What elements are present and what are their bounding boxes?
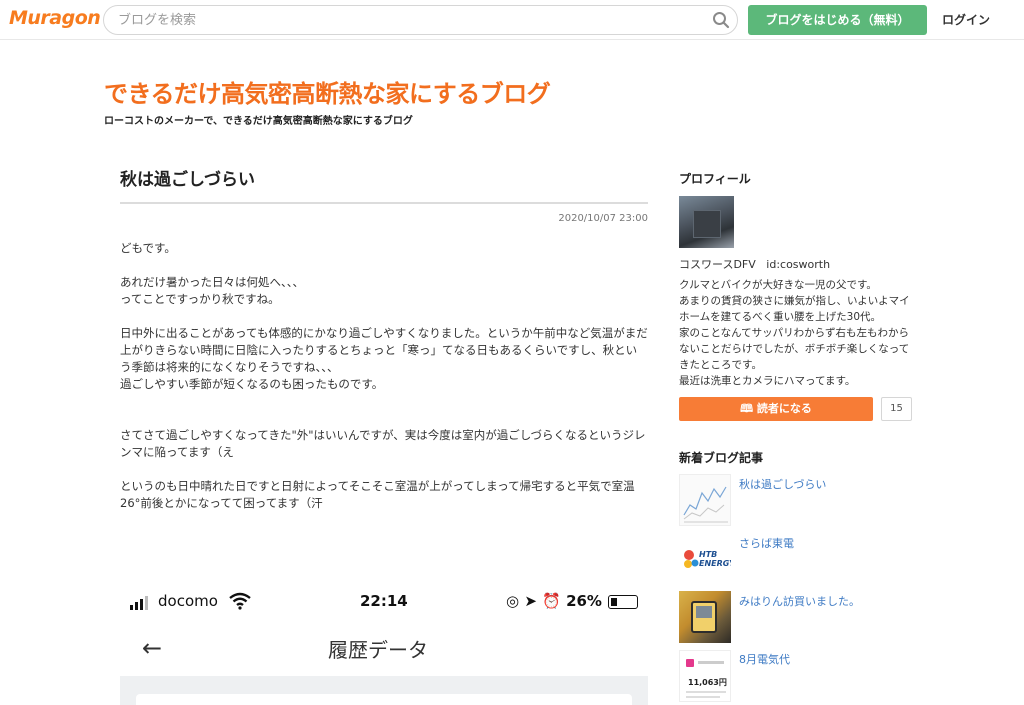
phone-status-bar: docomo 22:14 ◎ ➤ ⏰ 26% xyxy=(120,592,648,614)
article-paragraph: というのも日中晴れた日ですと日射によってそこそこ室温が上がってしまって帰宅すると… xyxy=(120,479,635,510)
battery-percent: 26% xyxy=(566,592,602,610)
subscribe-label: 読者になる xyxy=(756,402,812,415)
signal-icon xyxy=(130,596,148,610)
phone-content-area xyxy=(120,676,648,705)
profile-avatar[interactable] xyxy=(679,196,734,248)
energy-logo-text: HTB ENERGY xyxy=(699,550,731,568)
recent-post-thumbnail[interactable] xyxy=(679,474,731,526)
article-paragraph: どもです。 xyxy=(120,241,176,255)
battery-icon xyxy=(608,595,638,609)
login-link[interactable]: ログイン xyxy=(942,11,990,28)
article-paragraph: あれだけ暑かった日々は何処へ、、、 ってことですっかり秋ですね。 xyxy=(120,275,304,306)
search-input[interactable] xyxy=(118,11,698,29)
bill-amount: 11,063円 xyxy=(688,678,727,687)
recent-post-link[interactable]: 8月電気代 xyxy=(739,651,790,667)
recent-post-link[interactable]: 秋は過ごしづらい xyxy=(739,476,826,492)
blog-title[interactable]: できるだけ高気密高断熱な家にするブログ xyxy=(104,74,551,109)
article-body: どもです。 あれだけ暑かった日々は何処へ、、、 ってことですっかり秋ですね。 日… xyxy=(120,240,648,512)
location-icon: ➤ xyxy=(524,592,537,610)
carrier-name: docomo xyxy=(158,592,218,610)
phone-screen-title: 履歴データ xyxy=(328,638,428,662)
article: 秋は過ごしづらい 2020/10/07 23:00 どもです。 あれだけ暑かった… xyxy=(120,168,648,512)
top-navbar: Muragon ブログをはじめる（無料） ログイン xyxy=(0,0,1024,40)
article-paragraph: さてさて過ごしやすくなってきた"外"はいいんですが、実は今度は室内が過ごしづらく… xyxy=(120,428,646,459)
phone-card xyxy=(136,694,632,705)
search-icon[interactable] xyxy=(712,11,730,29)
back-arrow-icon: ← xyxy=(142,634,163,662)
status-icons: ◎ ➤ ⏰ 26% xyxy=(506,592,602,610)
search-box[interactable] xyxy=(103,5,738,35)
start-blog-button[interactable]: ブログをはじめる（無料） xyxy=(748,5,927,35)
article-date: 2020/10/07 23:00 xyxy=(558,213,648,224)
profile-username[interactable]: コスワースDFV xyxy=(679,258,756,271)
recent-post-thumbnail[interactable]: HTB ENERGY xyxy=(679,533,731,585)
lock-rotation-icon: ◎ xyxy=(506,592,520,610)
phone-screenshot-image: docomo 22:14 ◎ ➤ ⏰ 26% ← 履歴データ xyxy=(120,582,648,705)
recent-post-link[interactable]: みはりん訪買いました。 xyxy=(739,593,860,609)
profile-heading: プロフィール xyxy=(679,172,751,186)
article-title[interactable]: 秋は過ごしづらい xyxy=(120,168,648,204)
reader-count: 15 xyxy=(881,397,912,421)
phone-clock: 22:14 xyxy=(360,592,408,610)
muragon-logo[interactable]: Muragon xyxy=(9,7,101,29)
profile-id: id:cosworth xyxy=(766,258,831,271)
wifi-icon xyxy=(229,592,251,610)
article-paragraph: 日中外に出ることがあっても体感的にかなり過ごしやすくなりました。というか午前中な… xyxy=(120,326,648,391)
profile-name: コスワースDFV id:cosworth xyxy=(679,256,830,272)
alarm-icon: ⏰ xyxy=(542,592,561,610)
subscribe-button[interactable]: 🕮 読者になる xyxy=(679,397,873,421)
profile-bio: クルマとバイクが大好きな一児の父です。 あまりの賃貸の狭さに嫌気が指し、いよいよ… xyxy=(679,279,910,387)
phone-app-header: ← 履歴データ xyxy=(120,626,648,676)
book-icon: 🕮 xyxy=(740,402,754,415)
recent-post-thumbnail[interactable]: 11,063円 xyxy=(679,650,731,702)
recent-post-thumbnail[interactable] xyxy=(679,591,731,643)
recent-posts-heading: 新着ブログ記事 xyxy=(679,451,764,465)
recent-post-link[interactable]: さらば東電 xyxy=(739,535,794,551)
blog-description: ローコストのメーカーで、できるだけ高気密高断熱な家にするブログ xyxy=(104,116,413,127)
